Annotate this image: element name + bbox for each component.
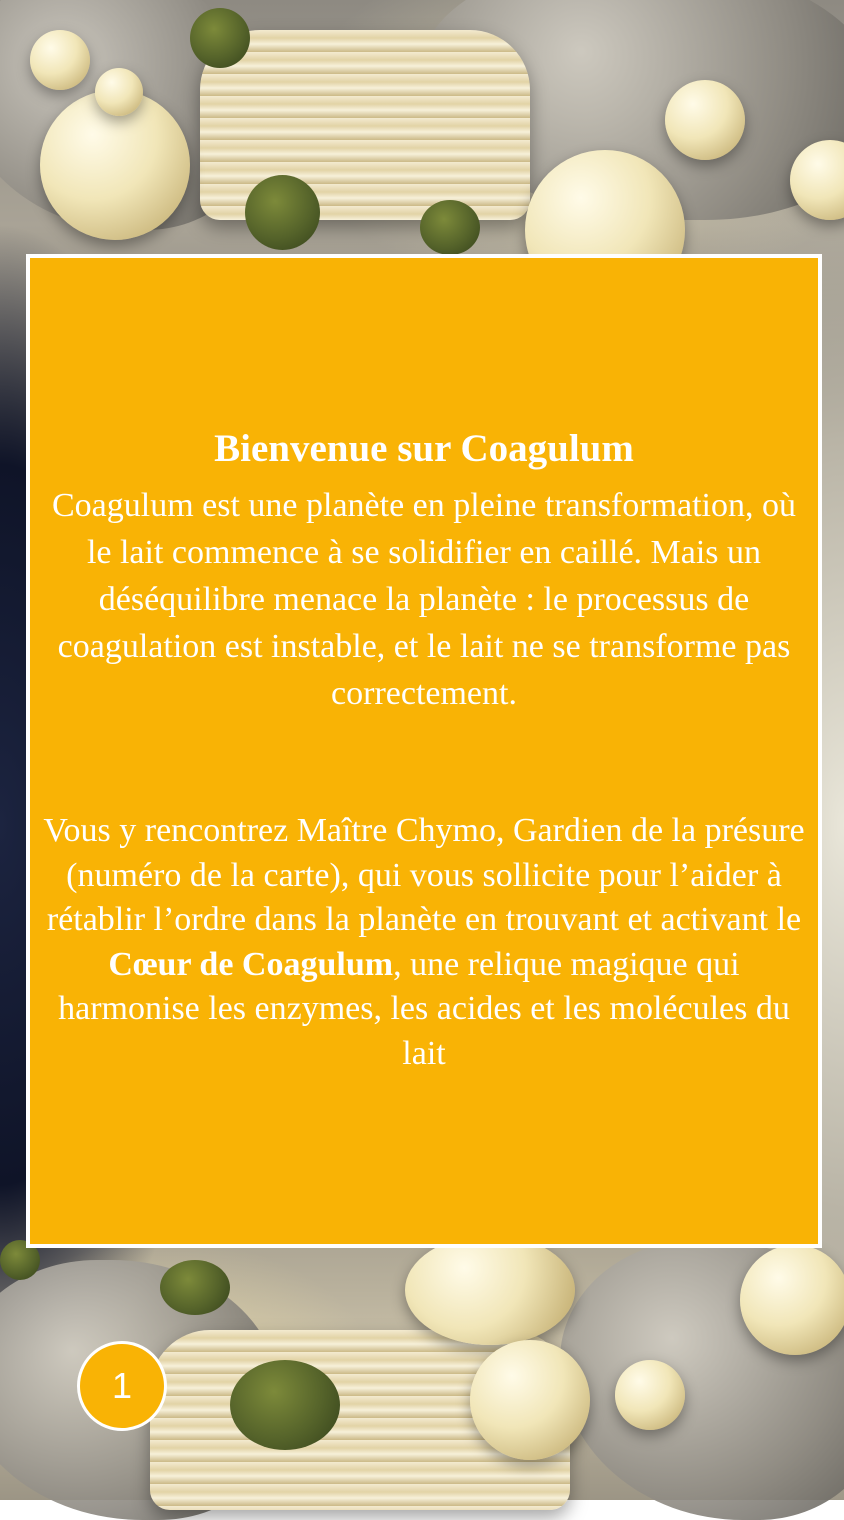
cream-ridge-shape	[200, 30, 530, 220]
card-paragraph-intro: Coagulum est une planète en pleine trans…	[51, 487, 796, 712]
moss-shape	[230, 1360, 340, 1450]
orb-shape	[740, 1245, 844, 1355]
moss-shape	[190, 8, 250, 68]
moss-shape	[420, 200, 480, 255]
orb-shape	[665, 80, 745, 160]
story-card-content: Bienvenue sur Coagulum Coagulum est une …	[30, 424, 818, 1076]
moss-shape	[160, 1260, 230, 1315]
mission-text-start: Vous y rencontrez Maître Chymo, Gardien …	[43, 812, 805, 938]
card-title: Bienvenue sur Coagulum	[214, 427, 634, 470]
card-paragraph-mission: Vous y rencontrez Maître Chymo, Gardien …	[42, 809, 806, 1076]
orb-shape	[615, 1360, 685, 1430]
page-number-badge: 1	[77, 1341, 167, 1431]
orb-shape	[30, 30, 90, 90]
story-card: Bienvenue sur Coagulum Coagulum est une …	[26, 254, 822, 1248]
orb-shape	[470, 1340, 590, 1460]
orb-shape	[405, 1235, 575, 1345]
orb-shape	[95, 68, 143, 116]
moss-shape	[245, 175, 320, 250]
relic-name: Cœur de Coagulum	[108, 945, 394, 983]
